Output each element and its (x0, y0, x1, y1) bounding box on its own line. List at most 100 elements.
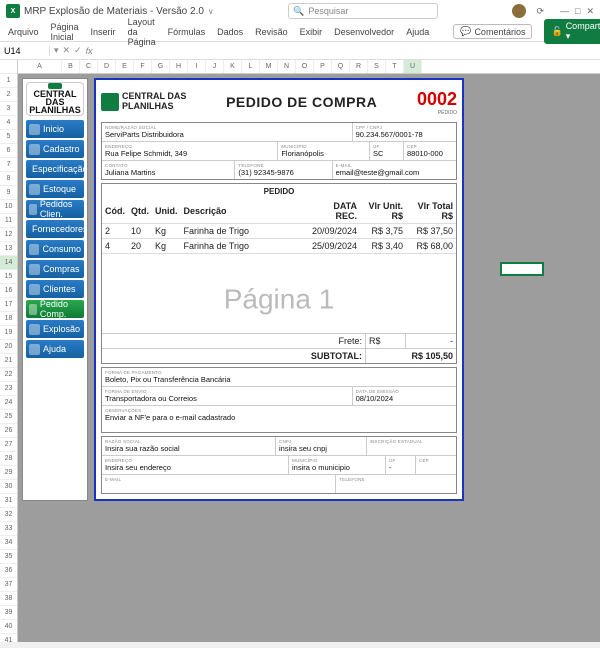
close-button[interactable]: ✕ (586, 6, 594, 17)
row-header[interactable]: 39 (0, 606, 17, 620)
row-header[interactable]: 13 (0, 242, 17, 256)
col-header[interactable]: L (242, 60, 260, 73)
ribbon-tab[interactable]: Exibir (300, 27, 323, 37)
row-header[interactable]: 15 (0, 270, 17, 284)
row-header[interactable]: 22 (0, 368, 17, 382)
row-header[interactable]: 41 (0, 634, 17, 648)
fx-confirm[interactable]: ✓ (74, 45, 82, 56)
col-header[interactable]: S (368, 60, 386, 73)
sidebar-item[interactable]: Consumo (26, 240, 84, 258)
col-header[interactable]: N (278, 60, 296, 73)
ribbon-tab[interactable]: Página Inicial (51, 22, 79, 42)
sidebar-item[interactable]: Pedidos Clien. (26, 200, 84, 218)
col-header[interactable]: Q (332, 60, 350, 73)
sidebar-item[interactable]: Pedido Comp. (26, 300, 84, 318)
ribbon-tab[interactable]: Ajuda (406, 27, 429, 37)
ribbon-tab[interactable]: Layout da Página (128, 17, 156, 47)
share-button[interactable]: 🔓Compartilhamento ▾ (544, 19, 600, 44)
col-header[interactable]: U (404, 60, 422, 73)
sidebar-item[interactable]: Fornecedores (26, 220, 84, 238)
row-header[interactable]: 18 (0, 312, 17, 326)
row-header[interactable]: 36 (0, 564, 17, 578)
row-header[interactable]: 38 (0, 592, 17, 606)
row-header[interactable]: 28 (0, 452, 17, 466)
ribbon-tab[interactable]: Arquivo (8, 27, 39, 37)
dropdown-icon[interactable]: ▾ (54, 45, 59, 56)
row-header[interactable]: 20 (0, 340, 17, 354)
row-header[interactable]: 4 (0, 116, 17, 130)
row-header[interactable]: 1 (0, 74, 17, 88)
search-input[interactable]: 🔍 Pesquisar (288, 3, 438, 19)
row-header[interactable]: 2 (0, 88, 17, 102)
cell-cod: 4 (102, 239, 128, 254)
row-header[interactable]: 14 (0, 256, 17, 270)
row-header[interactable]: 16 (0, 284, 17, 298)
ribbon-tab[interactable]: Revisão (255, 27, 288, 37)
cell-desc: Farinha de Trigo (181, 239, 309, 254)
row-header[interactable]: 31 (0, 494, 17, 508)
row-header[interactable]: 35 (0, 550, 17, 564)
row-header[interactable]: 24 (0, 396, 17, 410)
avatar[interactable] (512, 4, 526, 18)
row-header[interactable]: 9 (0, 186, 17, 200)
col-header[interactable]: P (314, 60, 332, 73)
ribbon-tab[interactable]: Desenvolvedor (334, 27, 394, 37)
col-header[interactable]: T (386, 60, 404, 73)
col-header[interactable]: H (170, 60, 188, 73)
sync-icon[interactable]: ⟳ (536, 6, 544, 17)
row-header[interactable]: 5 (0, 130, 17, 144)
row-header[interactable]: 12 (0, 228, 17, 242)
maximize-button[interactable]: □ (575, 6, 580, 17)
row-header[interactable]: 6 (0, 144, 17, 158)
row-header[interactable]: 21 (0, 354, 17, 368)
ribbon-tab[interactable]: Dados (217, 27, 243, 37)
sidebar-item[interactable]: Explosão (26, 320, 84, 338)
row-header[interactable]: 17 (0, 298, 17, 312)
row-header[interactable]: 29 (0, 466, 17, 480)
row-header[interactable]: 26 (0, 424, 17, 438)
row-header[interactable]: 3 (0, 102, 17, 116)
col-header[interactable]: M (260, 60, 278, 73)
col-header[interactable]: K (224, 60, 242, 73)
sidebar-item[interactable]: Clientes (26, 280, 84, 298)
row-header[interactable]: 32 (0, 508, 17, 522)
row-header[interactable]: 10 (0, 200, 17, 214)
row-header[interactable]: 7 (0, 158, 17, 172)
sidebar-item[interactable]: Especificação (26, 160, 84, 178)
sidebar-item[interactable]: Inicio (26, 120, 84, 138)
row-header[interactable]: 19 (0, 326, 17, 340)
ribbon-tab[interactable]: Inserir (91, 27, 116, 37)
row-header[interactable]: 37 (0, 578, 17, 592)
comments-button[interactable]: 💬Comentários (453, 24, 532, 39)
fx-cancel[interactable]: ✕ (63, 45, 71, 56)
row-header[interactable]: 40 (0, 620, 17, 634)
col-header[interactable]: C (80, 60, 98, 73)
ribbon-tab[interactable]: Fórmulas (168, 27, 206, 37)
sidebar-item[interactable]: Ajuda (26, 340, 84, 358)
sidebar-item[interactable]: Cadastro (26, 140, 84, 158)
col-header[interactable]: O (296, 60, 314, 73)
sidebar-item[interactable]: Compras (26, 260, 84, 278)
col-header[interactable]: F (134, 60, 152, 73)
col-header[interactable]: I (188, 60, 206, 73)
selected-cell[interactable] (500, 262, 544, 276)
col-header[interactable]: J (206, 60, 224, 73)
col-header[interactable]: A (18, 60, 62, 73)
row-header[interactable]: 30 (0, 480, 17, 494)
row-header[interactable]: 8 (0, 172, 17, 186)
row-header[interactable]: 27 (0, 438, 17, 452)
row-header[interactable]: 23 (0, 382, 17, 396)
row-header[interactable]: 11 (0, 214, 17, 228)
col-header[interactable]: D (98, 60, 116, 73)
col-header[interactable]: R (350, 60, 368, 73)
col-header[interactable]: B (62, 60, 80, 73)
col-header[interactable]: E (116, 60, 134, 73)
chevron-down-icon[interactable]: ∨ (208, 7, 214, 16)
minimize-button[interactable]: — (560, 6, 569, 17)
name-box[interactable]: U14 (0, 46, 50, 56)
row-header[interactable]: 34 (0, 536, 17, 550)
sidebar-item[interactable]: Estoque (26, 180, 84, 198)
col-header[interactable]: G (152, 60, 170, 73)
row-header[interactable]: 25 (0, 410, 17, 424)
row-header[interactable]: 33 (0, 522, 17, 536)
